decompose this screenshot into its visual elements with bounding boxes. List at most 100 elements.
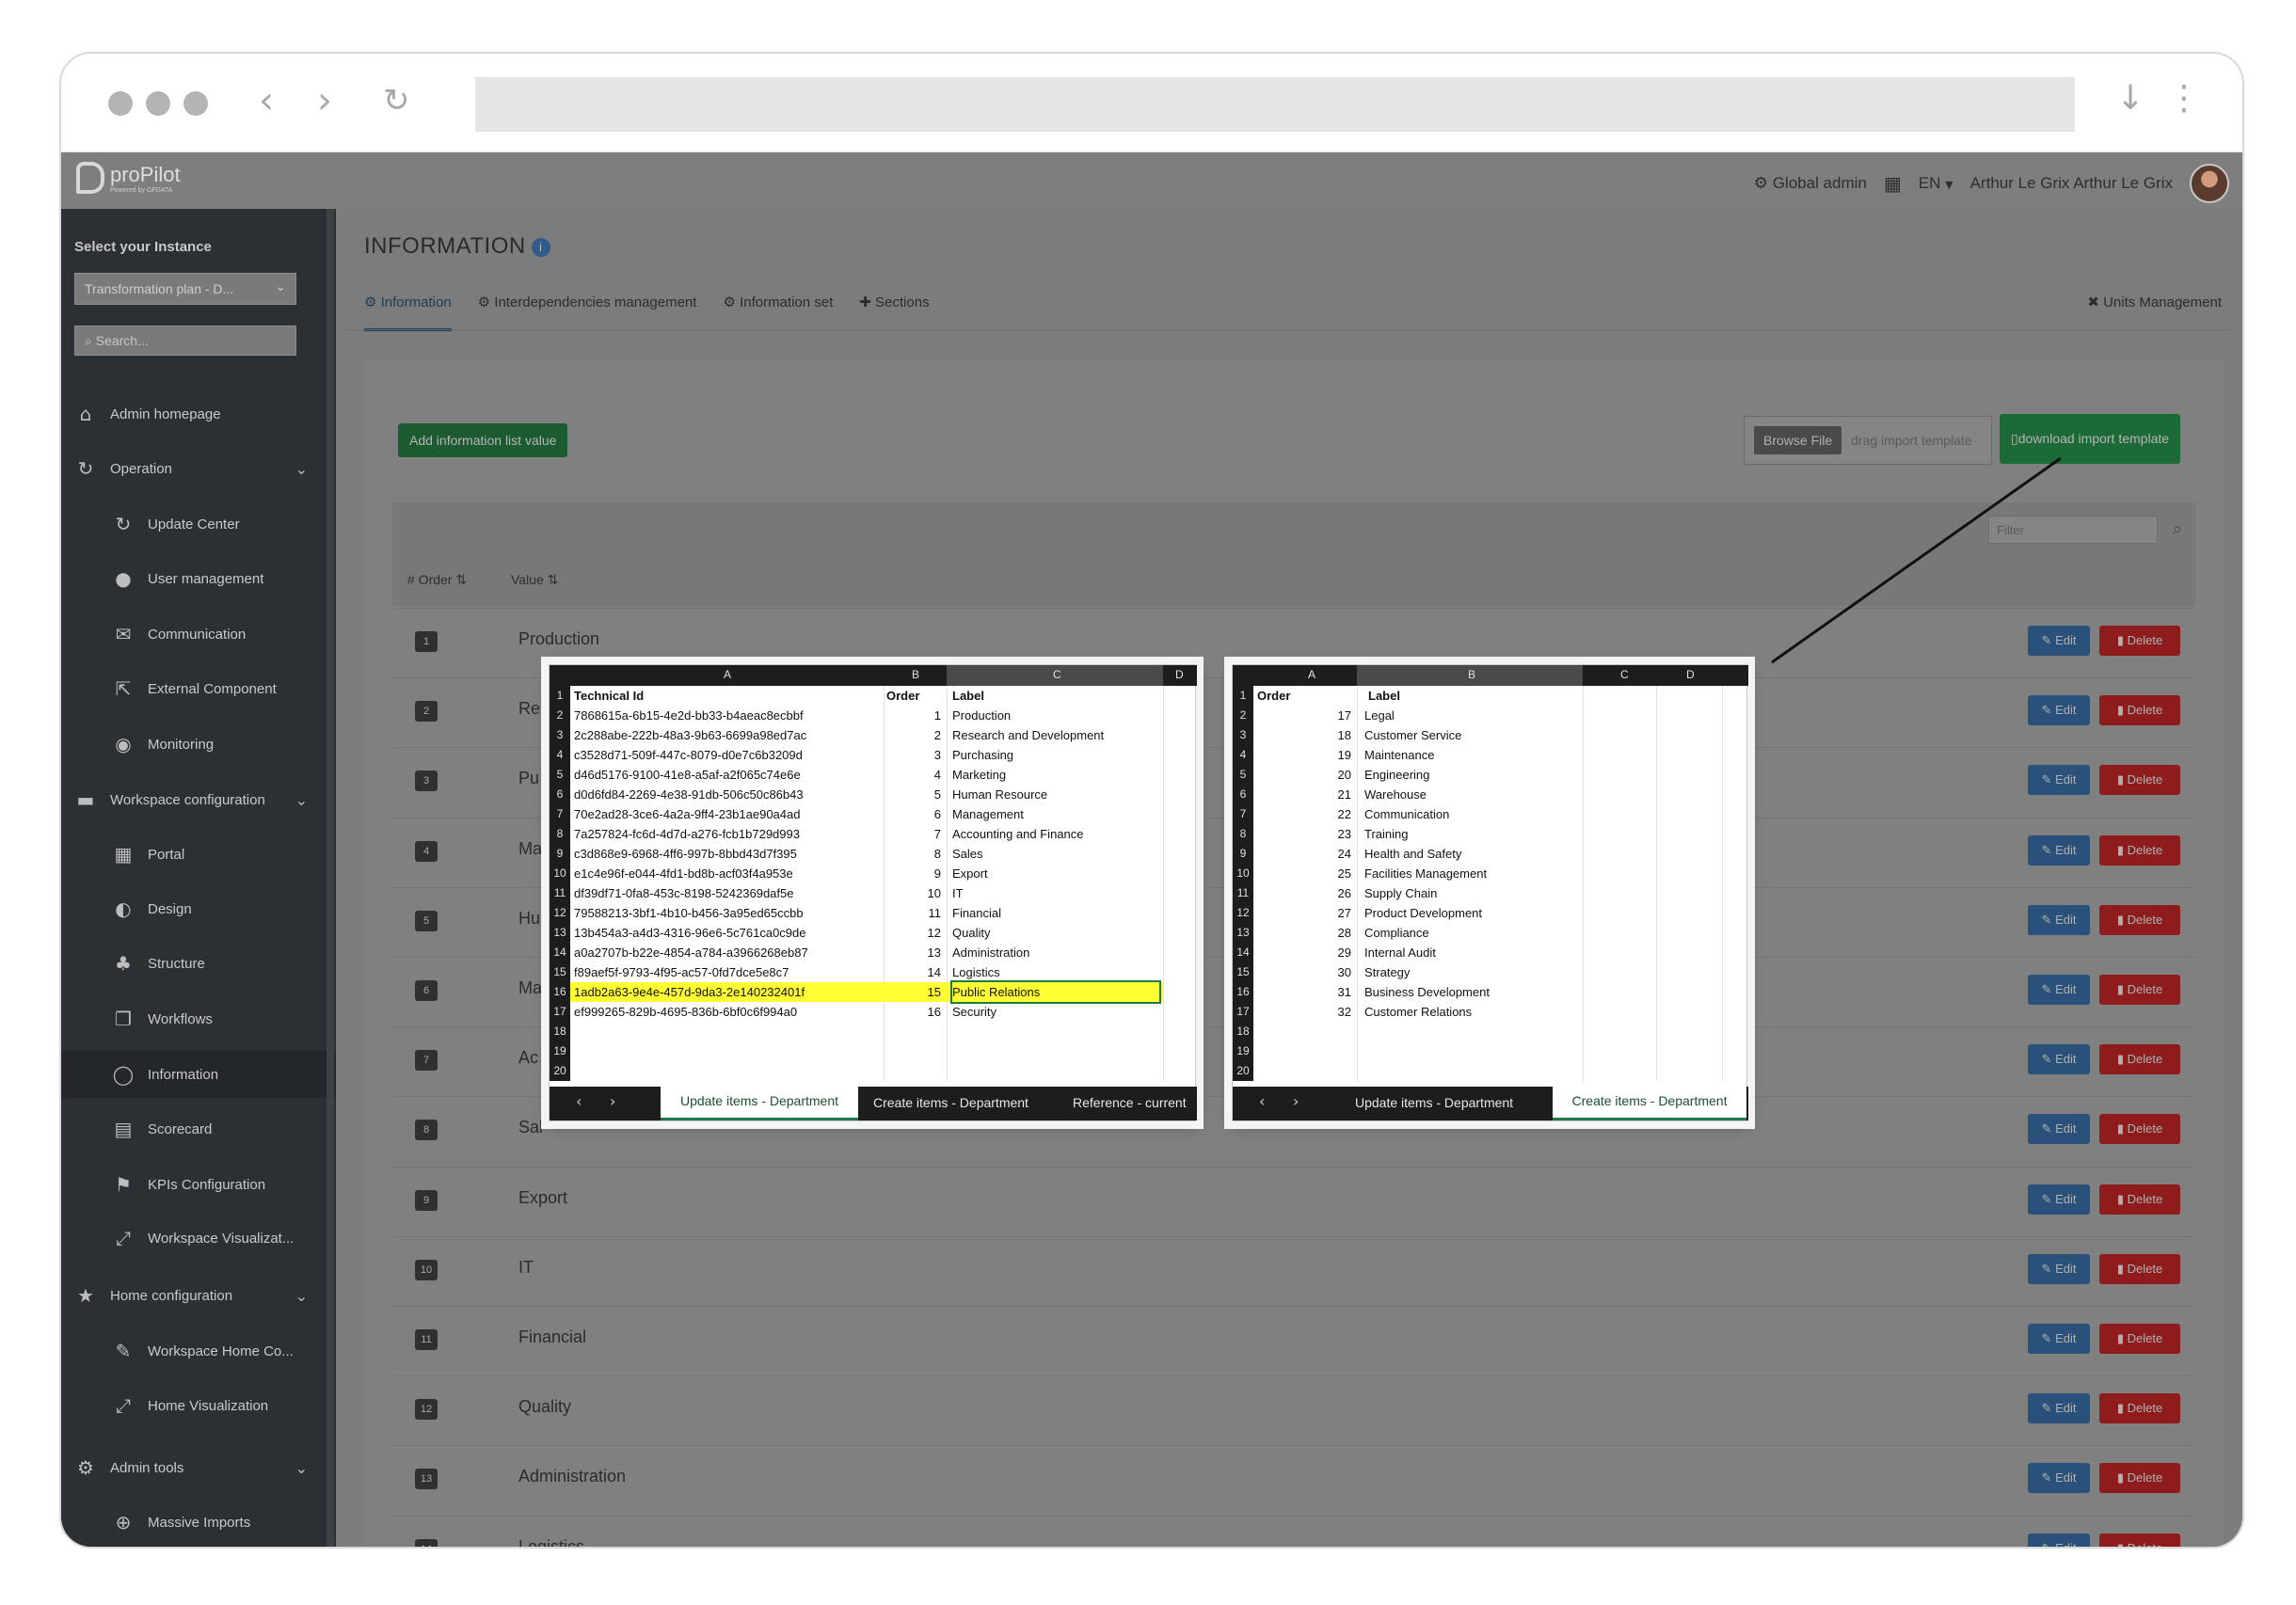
delete-button[interactable]: ▮ Delete	[2099, 1044, 2180, 1075]
label-cell[interactable]: Management	[952, 804, 1024, 824]
technical-id-cell[interactable]: d46d5176-9100-41e8-a5af-a2f065c74e6e	[574, 765, 801, 785]
order-cell[interactable]: 17	[1338, 706, 1351, 725]
sidebar-item[interactable]: ✉ Communication	[61, 611, 336, 658]
delete-button[interactable]: ▮ Delete	[2099, 1393, 2180, 1424]
label-cell[interactable]: Administration	[952, 943, 1029, 962]
row-number[interactable]: 10	[550, 864, 570, 883]
sheet-tab-update[interactable]: Update items - Department	[1355, 1087, 1513, 1120]
row-number[interactable]: 4	[1233, 745, 1253, 765]
row-number[interactable]: 5	[550, 765, 570, 785]
delete-button[interactable]: ▮ Delete	[2099, 1253, 2180, 1284]
sheet-next-icon[interactable]: ›	[610, 1092, 615, 1110]
delete-button[interactable]: ▮ Delete	[2099, 626, 2180, 656]
label-cell[interactable]: Security	[952, 1002, 997, 1022]
edit-button[interactable]: ✎ Edit	[2028, 1044, 2090, 1075]
label-cell[interactable]: Product Development	[1364, 903, 1482, 923]
row-number[interactable]: 1	[550, 686, 570, 706]
edit-button[interactable]: ✎ Edit	[2028, 1114, 2090, 1145]
sidebar-item[interactable]: ▦ Portal	[61, 831, 336, 878]
row-number[interactable]: 20	[550, 1061, 570, 1081]
header-cell[interactable]: Order	[1257, 686, 1290, 706]
column-letter[interactable]: B	[912, 668, 919, 681]
technical-id-cell[interactable]: f89aef5f-9793-4f95-ac57-0fd7dce5e8c7	[574, 962, 789, 982]
order-cell[interactable]: 25	[1338, 864, 1351, 883]
technical-id-cell[interactable]: a0a2707b-b22e-4854-a784-a3966268eb87	[574, 943, 808, 962]
technical-id-cell[interactable]: ef999265-829b-4695-836b-6bf0c6f994a0	[574, 1002, 797, 1022]
row-number[interactable]: 13	[550, 923, 570, 943]
window-dot-icon[interactable]	[146, 91, 170, 116]
header-cell[interactable]: Order	[886, 686, 919, 706]
label-cell[interactable]: Strategy	[1364, 962, 1410, 982]
technical-id-cell[interactable]: c3d868e9-6968-4ff6-997b-8bbd43d7f395	[574, 844, 797, 864]
label-cell[interactable]: Marketing	[952, 765, 1006, 785]
column-letter[interactable]: A	[1308, 668, 1315, 681]
order-cell[interactable]: 24	[1338, 844, 1351, 864]
sidebar-item[interactable]: ⤢ Home Visualization	[61, 1382, 336, 1429]
technical-id-cell[interactable]: e1c4e96f-e044-4fd1-bd8b-acf03f4a953e	[574, 864, 793, 883]
order-cell[interactable]: 13	[928, 943, 941, 962]
row-number[interactable]: 18	[1233, 1022, 1253, 1041]
column-letter[interactable]: C	[1053, 668, 1061, 681]
label-cell[interactable]: IT	[952, 883, 964, 903]
label-cell[interactable]: Export	[952, 864, 988, 883]
sidebar-item[interactable]: ◯ Information	[61, 1051, 336, 1098]
sidebar-item[interactable]: ◉ Monitoring	[61, 721, 336, 768]
edit-button[interactable]: ✎ Edit	[2028, 1393, 2090, 1424]
menu-icon[interactable]: ⋮	[2167, 82, 2201, 116]
delete-button[interactable]: ▮ Delete	[2099, 1463, 2180, 1494]
window-dot-icon[interactable]	[108, 91, 133, 116]
sidebar-item[interactable]: ❐ Workflows	[61, 995, 336, 1042]
sheet-tab-update[interactable]: Update items - Department	[661, 1087, 858, 1120]
sidebar-item[interactable]: ★ Home configuration ⌄	[61, 1272, 336, 1319]
window-dot-icon[interactable]	[183, 91, 208, 116]
edit-button[interactable]: ✎ Edit	[2028, 1253, 2090, 1284]
edit-button[interactable]: ✎ Edit	[2028, 904, 2090, 935]
logo[interactable]: proPilot Powered by GFDATA	[76, 162, 181, 194]
label-cell[interactable]: Compliance	[1364, 923, 1429, 943]
order-cell[interactable]: 20	[1338, 765, 1351, 785]
delete-button[interactable]: ▮ Delete	[2099, 904, 2180, 935]
order-cell[interactable]: 3	[934, 745, 941, 765]
sidebar-search-input[interactable]: ⌕ Search...	[74, 326, 296, 356]
label-cell[interactable]: Purchasing	[952, 745, 1013, 765]
technical-id-cell[interactable]: 1adb2a63-9e4e-457d-9da3-2e140232401f	[574, 982, 805, 1002]
avatar[interactable]	[2190, 164, 2229, 203]
sidebar-item[interactable]: ♣ Structure	[61, 940, 336, 987]
sidebar-item[interactable]: ⇱ External Component	[61, 665, 336, 712]
edit-button[interactable]: ✎ Edit	[2028, 834, 2090, 866]
edit-button[interactable]: ✎ Edit	[2028, 975, 2090, 1005]
row-number[interactable]: 16	[550, 982, 570, 1002]
row-number[interactable]: 19	[1233, 1041, 1253, 1061]
label-cell[interactable]: Logistics	[952, 962, 1000, 982]
row-number[interactable]: 7	[550, 804, 570, 824]
row-number[interactable]: 6	[550, 785, 570, 804]
apps-grid-icon[interactable]: ▦	[1884, 172, 1902, 195]
label-cell[interactable]: Engineering	[1364, 765, 1429, 785]
row-number[interactable]: 11	[550, 883, 570, 903]
order-cell[interactable]: 11	[929, 903, 942, 923]
download-template-button[interactable]: ▯download import template	[2000, 414, 2181, 464]
header-cell[interactable]: Label	[1368, 686, 1400, 706]
sidebar-item[interactable]: ● User management	[61, 555, 336, 602]
column-letter[interactable]: C	[1620, 668, 1629, 681]
order-cell[interactable]: 1	[934, 706, 941, 725]
edit-button[interactable]: ✎ Edit	[2028, 626, 2090, 656]
technical-id-cell[interactable]: d0d6fd84-2269-4e38-91db-506c50c86b43	[574, 785, 804, 804]
delete-button[interactable]: ▮ Delete	[2099, 765, 2180, 796]
row-number[interactable]: 11	[1233, 883, 1253, 903]
order-cell[interactable]: 31	[1338, 982, 1351, 1002]
technical-id-cell[interactable]: df39df71-0fa8-453c-8198-5242369daf5e	[574, 883, 793, 903]
units-management-link[interactable]: ✖ Units Management	[2087, 294, 2222, 310]
forward-icon[interactable]: ›	[317, 82, 332, 119]
label-cell[interactable]: Customer Relations	[1364, 1002, 1472, 1022]
row-number[interactable]: 3	[550, 725, 570, 745]
label-cell[interactable]: Accounting and Finance	[952, 824, 1083, 844]
sidebar-item[interactable]: ⚑ KPIs Configuration	[61, 1161, 336, 1208]
sidebar-item[interactable]: ↻ Operation ⌄	[61, 445, 336, 492]
row-number[interactable]: 5	[1233, 765, 1253, 785]
order-cell[interactable]: 23	[1338, 824, 1351, 844]
sidebar-item[interactable]: ⤢ Workspace Visualizat...	[61, 1215, 336, 1262]
label-cell[interactable]: Warehouse	[1364, 785, 1427, 804]
label-cell[interactable]: Maintenance	[1364, 745, 1434, 765]
row-number[interactable]: 4	[550, 745, 570, 765]
